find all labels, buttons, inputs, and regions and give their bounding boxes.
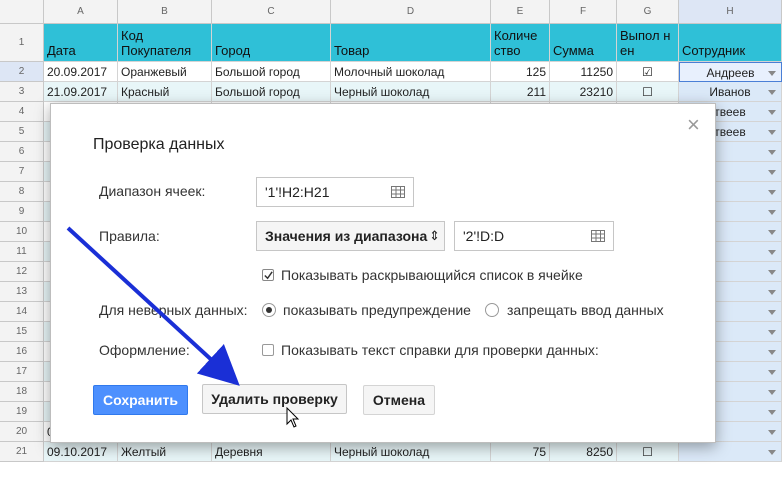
- mouse-pointer-icon: [286, 407, 300, 428]
- blue-arrow-icon: [66, 226, 240, 386]
